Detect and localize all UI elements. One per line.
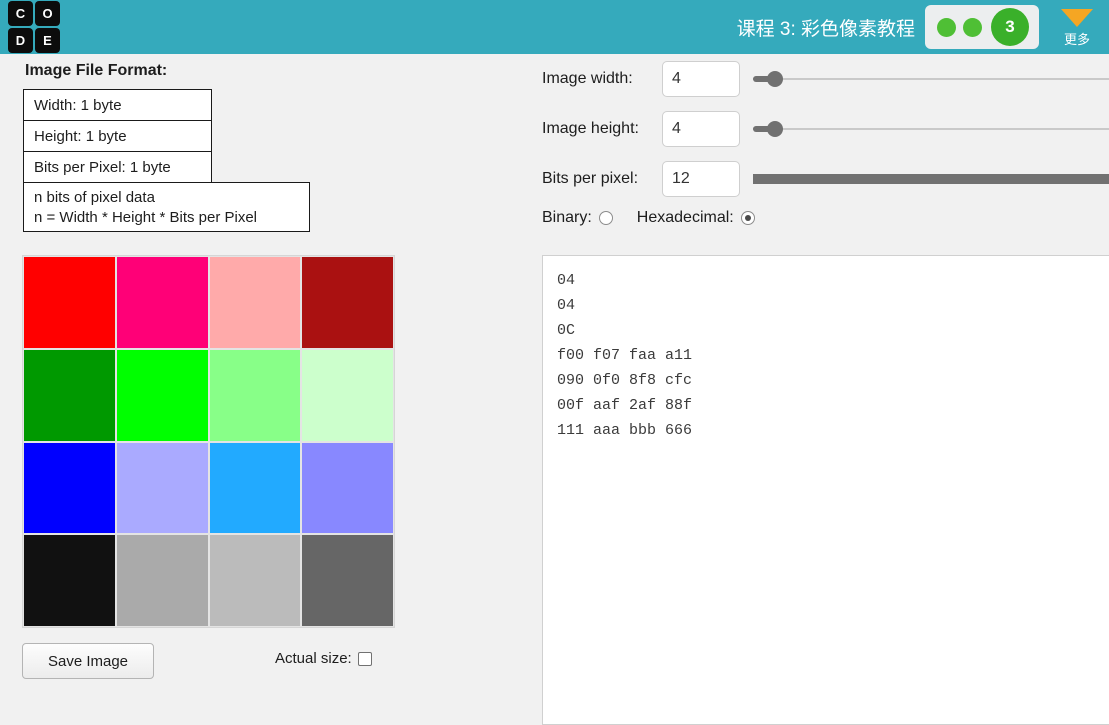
format-row-width: Width: 1 byte xyxy=(23,89,212,120)
pixel-cell-r3-c3[interactable] xyxy=(302,535,393,626)
pixel-cell-r2-c3[interactable] xyxy=(302,442,393,534)
image-file-format-title: Image File Format: xyxy=(25,62,168,79)
bits-per-pixel-slider-fill xyxy=(753,174,1109,184)
progress-dot-2[interactable] xyxy=(963,17,982,37)
hexadecimal-label: Hexadecimal: xyxy=(636,209,734,226)
image-height-slider[interactable] xyxy=(753,119,1109,139)
actual-size-checkbox[interactable] xyxy=(357,651,372,666)
image-width-slider-track xyxy=(753,78,1109,80)
pixel-cell-r3-c1[interactable] xyxy=(116,535,208,626)
logo-tile-o: O xyxy=(35,1,60,26)
pixel-cell-r1-c0[interactable] xyxy=(24,349,115,441)
image-height-input[interactable] xyxy=(662,111,740,147)
pixel-cell-r0-c3[interactable] xyxy=(302,257,393,348)
left-panel: Image File Format: Width: 1 byte Height:… xyxy=(0,54,520,684)
image-height-slider-thumb[interactable] xyxy=(767,121,783,137)
image-width-slider[interactable] xyxy=(753,69,1109,89)
progress-current-stage[interactable]: 3 xyxy=(991,8,1029,46)
image-width-input[interactable] xyxy=(662,61,740,97)
logo-tile-e: E xyxy=(35,28,60,53)
image-width-slider-thumb[interactable] xyxy=(767,71,783,87)
code-org-logo[interactable]: C O D E xyxy=(8,1,60,53)
more-menu-button[interactable]: 更多 xyxy=(1051,7,1103,48)
image-height-slider-track xyxy=(753,128,1109,130)
image-file-format-diagram: Width: 1 byte Height: 1 byte Bits per Pi… xyxy=(23,89,310,232)
image-width-label: Image width: xyxy=(542,70,633,87)
logo-tile-d: D xyxy=(8,28,33,53)
lesson-progress-bubbles[interactable]: 3 xyxy=(925,5,1039,49)
pixel-cell-r2-c1[interactable] xyxy=(116,442,208,534)
encoding-radio-group: Binary: Hexadecimal: xyxy=(542,209,755,227)
binary-radio[interactable] xyxy=(598,211,613,225)
pixel-cell-r0-c1[interactable] xyxy=(116,257,208,348)
pixel-cell-r1-c2[interactable] xyxy=(209,349,301,441)
format-row-bits-per-pixel: Bits per Pixel: 1 byte xyxy=(23,151,212,182)
pixel-cell-r3-c2[interactable] xyxy=(209,535,301,626)
pixel-cell-r0-c2[interactable] xyxy=(209,257,301,348)
actual-size-control[interactable]: Actual size: xyxy=(275,650,372,667)
image-height-row: Image height: xyxy=(520,108,1109,150)
bits-per-pixel-row: Bits per pixel: xyxy=(520,158,1109,200)
pixel-cell-r2-c2[interactable] xyxy=(209,442,301,534)
header-right-group: 课程 3: 彩色像素教程 3 更多 xyxy=(737,0,1109,54)
right-panel: Image width: Image height: Bits per pixe… xyxy=(520,54,1109,725)
pixel-cell-r3-c0[interactable] xyxy=(24,535,115,626)
bits-per-pixel-slider[interactable] xyxy=(753,169,1109,189)
pixel-data-textarea[interactable]: 04 04 0C f00 f07 faa a11 090 0f0 8f8 cfc… xyxy=(542,255,1109,725)
pixel-cell-r2-c0[interactable] xyxy=(24,442,115,534)
chevron-down-icon xyxy=(1061,8,1093,27)
more-menu-label: 更多 xyxy=(1063,31,1090,47)
save-image-button[interactable]: Save Image xyxy=(22,643,154,679)
binary-label: Binary: xyxy=(542,209,592,226)
actual-size-label: Actual size: xyxy=(275,650,352,667)
app-header: C O D E 课程 3: 彩色像素教程 3 更多 xyxy=(0,0,1109,54)
format-row-height: Height: 1 byte xyxy=(23,120,212,151)
bits-per-pixel-input[interactable] xyxy=(662,161,740,197)
pixel-preview-grid[interactable] xyxy=(22,255,395,628)
hexadecimal-radio[interactable] xyxy=(740,211,755,225)
image-height-label: Image height: xyxy=(542,120,639,137)
pixel-cell-r1-c1[interactable] xyxy=(116,349,208,441)
progress-dot-1[interactable] xyxy=(937,17,956,37)
format-note-line-2: n = Width * Height * Bits per Pixel xyxy=(34,209,258,226)
logo-tile-c: C xyxy=(8,1,33,26)
pixel-cell-r0-c0[interactable] xyxy=(24,257,115,348)
pixel-cell-r1-c3[interactable] xyxy=(302,349,393,441)
image-width-row: Image width: xyxy=(520,58,1109,100)
bits-per-pixel-label: Bits per pixel: xyxy=(542,170,639,187)
format-row-pixel-data: n bits of pixel data n = Width * Height … xyxy=(23,182,310,232)
format-note-line-1: n bits of pixel data xyxy=(34,189,155,206)
lesson-title: 课程 3: 彩色像素教程 xyxy=(736,18,915,40)
